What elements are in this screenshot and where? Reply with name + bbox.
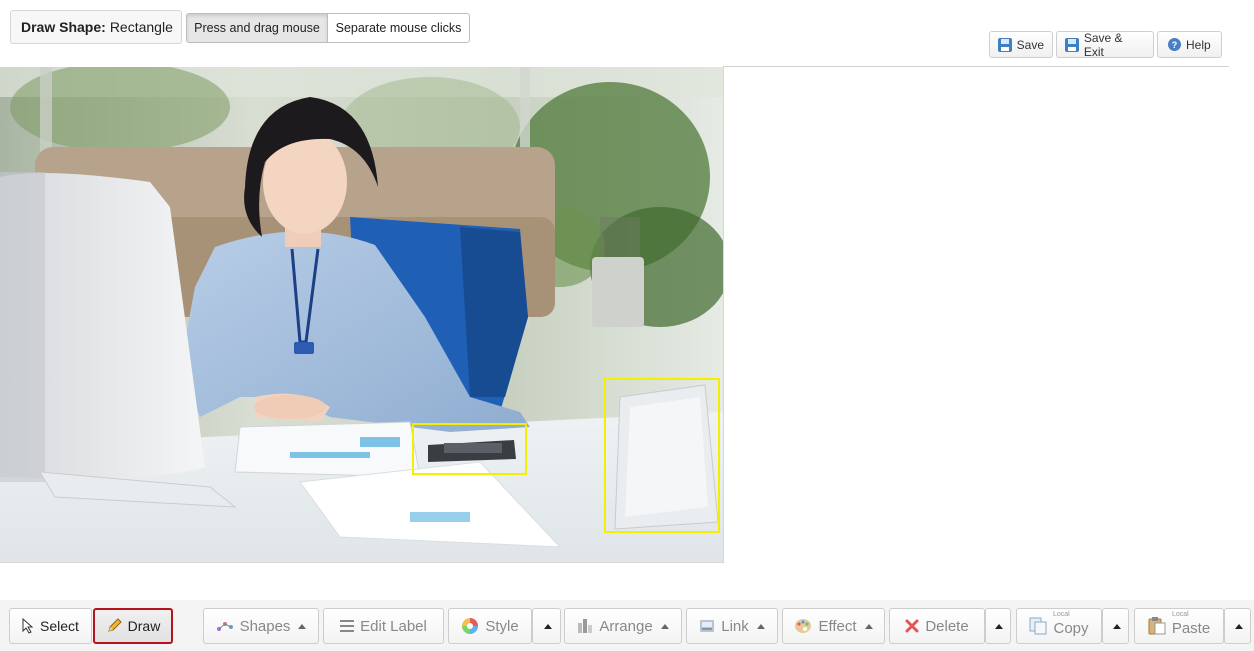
help-button[interactable]: ? Help — [1157, 31, 1222, 58]
paste-button[interactable]: Local Paste — [1134, 608, 1224, 644]
x-icon — [905, 619, 919, 633]
paste-dropdown[interactable] — [1224, 608, 1251, 644]
paste-caption: Local — [1172, 611, 1189, 618]
floppy-disk-icon — [998, 37, 1012, 52]
image-canvas[interactable] — [0, 67, 724, 563]
shapes-button[interactable]: Shapes — [203, 608, 319, 644]
annotation-box-calculator[interactable] — [412, 423, 527, 475]
floppy-disk-icon — [1065, 37, 1079, 52]
copy-button[interactable]: Local Copy — [1016, 608, 1102, 644]
effect-button[interactable]: Effect — [782, 608, 885, 644]
shapes-label: Shapes — [239, 617, 291, 635]
chevron-up-icon — [1112, 623, 1121, 629]
style-button[interactable]: Style — [448, 608, 532, 644]
paste-icon — [1148, 617, 1166, 635]
cursor-arrow-icon — [22, 618, 34, 634]
select-label: Select — [40, 618, 79, 634]
save-exit-button[interactable]: Save & Exit — [1056, 30, 1154, 59]
draw-tool-button[interactable]: Draw — [93, 608, 173, 644]
link-icon — [700, 620, 715, 632]
delete-label: Delete — [925, 617, 969, 635]
shapes-icon — [216, 622, 233, 631]
palette-icon — [795, 619, 812, 633]
style-label: Style — [485, 617, 519, 635]
help-label: Help — [1186, 37, 1211, 52]
effect-label: Effect — [818, 617, 857, 635]
save-exit-label: Save & Exit — [1083, 30, 1123, 59]
edit-label-label: Edit Label — [360, 617, 427, 635]
chevron-up-icon — [543, 623, 552, 629]
color-wheel-icon — [462, 618, 479, 634]
copy-label: Copy — [1053, 619, 1089, 637]
arrange-icon — [578, 619, 593, 633]
draw-shape-mode-label: Draw Shape: Rectangle — [10, 10, 182, 44]
chevron-up-icon — [756, 623, 765, 629]
pencil-icon — [107, 618, 122, 632]
select-tool-button[interactable]: Select — [9, 608, 92, 644]
link-label: Link — [721, 617, 749, 635]
chevron-up-icon — [1234, 623, 1243, 629]
separate-clicks-option[interactable]: Separate mouse clicks — [327, 13, 470, 43]
chevron-up-icon — [660, 623, 669, 629]
arrange-button[interactable]: Arrange — [564, 608, 682, 644]
save-button[interactable]: Save — [989, 31, 1053, 58]
delete-button[interactable]: Delete — [889, 608, 985, 644]
list-icon — [340, 620, 355, 632]
chevron-up-icon — [298, 623, 307, 629]
copy-dropdown[interactable] — [1102, 608, 1129, 644]
mode-value: Rectangle — [109, 19, 173, 35]
save-label: Save — [1016, 37, 1044, 52]
link-button[interactable]: Link — [686, 608, 778, 644]
draw-label: Draw — [127, 618, 161, 634]
copy-icon — [1029, 617, 1047, 635]
help-icon: ? — [1168, 38, 1181, 51]
style-dropdown[interactable] — [532, 608, 561, 644]
delete-dropdown[interactable] — [985, 608, 1011, 644]
header-divider — [723, 66, 1229, 67]
chevron-up-icon — [995, 623, 1003, 629]
copy-caption: Local — [1053, 611, 1070, 618]
arrange-label: Arrange — [599, 617, 653, 635]
paste-label: Paste — [1171, 619, 1211, 637]
annotation-box-document-holder[interactable] — [604, 378, 720, 533]
edit-label-button[interactable]: Edit Label — [323, 608, 444, 644]
mode-prefix: Draw Shape: — [21, 19, 106, 35]
chevron-up-icon — [864, 623, 873, 629]
press-and-drag-option[interactable]: Press and drag mouse — [186, 13, 328, 43]
